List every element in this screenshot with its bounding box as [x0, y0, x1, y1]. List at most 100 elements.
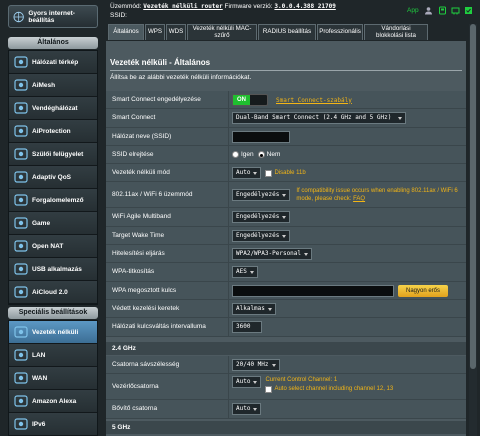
operation-mode-link[interactable]: Vezeték nélküli router — [143, 3, 222, 10]
tab-1[interactable]: WPS — [145, 24, 165, 40]
channel-bandwidth-select[interactable]: 20/40 MHz — [232, 359, 280, 371]
sidebar-item-open-nat[interactable]: Open NAT — [9, 235, 97, 258]
wireless-mode-label: Vezeték nélküli mód — [112, 164, 229, 183]
wpa-encryption-select[interactable]: AES — [232, 266, 258, 279]
wpa-encryption-label: WPA-titkosítás — [112, 263, 229, 282]
sidebar-item-adaptive-qos[interactable]: Adaptív QoS — [9, 166, 97, 189]
tab-2[interactable]: WDS — [166, 24, 186, 40]
extension-channel-select[interactable]: Auto — [232, 403, 262, 416]
sidebar-item-ipv6[interactable]: IPv6 — [9, 413, 97, 436]
band-5ghz-header: 5 GHz — [106, 421, 466, 434]
firmware-label: Firmware verzió: — [224, 3, 273, 10]
parental-control-icon — [14, 148, 28, 160]
sidebar-item-label: Adaptív QoS — [32, 173, 72, 181]
disable-11b-checkbox[interactable] — [265, 169, 273, 177]
game-icon — [14, 217, 28, 229]
sidebar-item-alexa[interactable]: Amazon Alexa — [9, 390, 97, 413]
row-80211ax: 802.11ax / WiFi 6 üzemmód Engedélyezés I… — [106, 182, 466, 209]
sidebar-item-aiprotection[interactable]: AiProtection — [9, 120, 97, 143]
gtk-interval-input[interactable]: 3600 — [232, 321, 262, 334]
sidebar-item-network-map[interactable]: Hálózati térkép — [9, 51, 97, 74]
row-ssid: Hálózat neve (SSID) — [106, 127, 466, 146]
scrollbar-thumb[interactable] — [470, 24, 476, 369]
tab-5[interactable]: Professzionális — [317, 24, 363, 40]
quick-internet-setup-button[interactable]: Gyors internet-beállítás — [8, 5, 98, 28]
ax-mode-select[interactable]: Engedélyezés — [232, 189, 291, 202]
row-smart-connect-enable: Smart Connect engedélyezése ON Smart Con… — [106, 91, 466, 110]
usb-icon — [14, 263, 28, 275]
hide-ssid-no-label: Nem — [266, 151, 281, 159]
sidebar-item-lan[interactable]: LAN — [9, 344, 97, 367]
smart-connect-rule-link[interactable]: Smart Connect-szabály — [276, 97, 352, 104]
sidebar-item-traffic-analyzer[interactable]: Forgalomelemző — [9, 189, 97, 212]
sidebar-item-label: AiCloud 2.0 — [32, 288, 68, 296]
mode-label: Üzemmód: — [110, 3, 142, 10]
sidebar-item-aimesh[interactable]: AiMesh — [9, 74, 97, 97]
open-nat-icon — [14, 240, 28, 252]
row-pmf: Védett kezelési keretek Alkalmas — [106, 299, 466, 319]
aimesh-icon — [14, 79, 28, 91]
smart-connect-toggle[interactable]: ON — [232, 94, 268, 106]
extension-channel-label: Bővítő csatorna — [112, 400, 229, 419]
sidebar-item-guest-network[interactable]: Vendéghálózat — [9, 97, 97, 120]
sidebar: Gyors internet-beállítás Általános Hálóz… — [0, 0, 104, 436]
adaptive-qos-icon — [14, 171, 28, 183]
sidebar-item-wan[interactable]: WAN — [9, 367, 97, 390]
row-wireless-mode: Vezeték nélküli mód Auto Disable 11b — [106, 164, 466, 183]
traffic-analyzer-icon — [14, 194, 28, 206]
auth-method-select[interactable]: WPA2/WPA3-Personal — [232, 248, 313, 261]
ax-faq-link[interactable]: FAQ — [353, 196, 365, 202]
band-24ghz-form: Csatorna sávszélesség 20/40 MHz Vezérlőc… — [106, 356, 466, 419]
sidebar-item-label: IPv6 — [32, 420, 46, 428]
sidebar-item-label: Vendéghálózat — [32, 104, 78, 112]
target-wake-time-label: Target Wake Time — [112, 226, 229, 245]
smart-connect-select[interactable]: Dual-Band Smart Connect (2.4 GHz and 5 G… — [232, 112, 406, 125]
sidebar-item-game[interactable]: Game — [9, 212, 97, 235]
ax-mode-label: 802.11ax / WiFi 6 üzemmód — [112, 182, 229, 209]
guest-network-icon — [14, 102, 28, 114]
tab-6[interactable]: Vándorlási blokkolási lista — [364, 24, 428, 40]
row-control-channel: Vezérlőcsatorna Auto Current Control Cha… — [106, 374, 466, 401]
sidebar-item-label: LAN — [32, 351, 46, 359]
sidebar-item-label: Game — [32, 219, 51, 227]
lan-icon — [14, 349, 28, 361]
hide-ssid-no-radio[interactable] — [257, 151, 265, 159]
wireless-mode-select[interactable]: Auto — [232, 167, 262, 180]
ssid-label: SSID: — [110, 12, 127, 19]
pmf-select[interactable]: Alkalmas — [232, 302, 276, 315]
sidebar-item-label: Hálózati térkép — [32, 58, 79, 66]
smart-connect-label: Smart Connect — [112, 109, 229, 128]
ssid-field-label: Hálózat neve (SSID) — [112, 127, 229, 146]
notification-icon[interactable] — [464, 6, 473, 15]
tab-3[interactable]: Vezeték nélküli MAC-szűrő — [187, 24, 257, 40]
auto-channel-checkbox[interactable] — [265, 385, 273, 393]
hide-ssid-label: SSID elrejtése — [112, 145, 229, 164]
control-channel-select[interactable]: Auto — [232, 376, 262, 389]
target-wake-time-select[interactable]: Engedélyezés — [232, 229, 291, 242]
top-status-bar: Üzemmód: Vezeték nélküli router Firmware… — [108, 0, 480, 22]
sidebar-item-parental-control[interactable]: Szülői felügyelet — [9, 143, 97, 166]
wpa-psk-input[interactable] — [232, 284, 394, 297]
row-wpa-encryption: WPA-titkosítás AES — [106, 263, 466, 282]
router-status-icon[interactable] — [451, 6, 460, 15]
person-icon[interactable] — [424, 6, 433, 15]
agile-multiband-select[interactable]: Engedélyezés — [232, 211, 291, 224]
sidebar-item-aicloud[interactable]: AiCloud 2.0 — [9, 281, 97, 304]
usb-status-icon[interactable] — [438, 6, 447, 15]
tab-4[interactable]: RADIUS beállítás — [258, 24, 316, 40]
wan-icon — [14, 372, 28, 384]
router-admin-window: Gyors internet-beállítás Általános Hálóz… — [0, 0, 480, 436]
tab-0[interactable]: Általános — [108, 24, 144, 40]
sidebar-item-label: Vezeték nélküli — [32, 328, 79, 336]
firmware-version-link[interactable]: 3.0.0.4.388_21709 — [274, 3, 335, 10]
sidebar-item-usb[interactable]: USB alkalmazás — [9, 258, 97, 281]
ssid-input[interactable] — [232, 130, 290, 143]
ax-compat-note: If compatibility issue occurs when enabl… — [296, 188, 458, 203]
app-link[interactable]: App — [407, 7, 419, 14]
sidebar-item-wireless[interactable]: Vezeték nélküli — [9, 321, 97, 344]
row-gtk-interval: Hálózati kulcsváltás intervalluma 3600 — [106, 318, 466, 337]
hide-ssid-yes-radio[interactable] — [232, 151, 239, 159]
control-channel-label: Vezérlőcsatorna — [112, 374, 229, 401]
quick-internet-setup-label: Gyors internet-beállítás — [28, 9, 75, 24]
page-scrollbar[interactable] — [469, 24, 477, 436]
